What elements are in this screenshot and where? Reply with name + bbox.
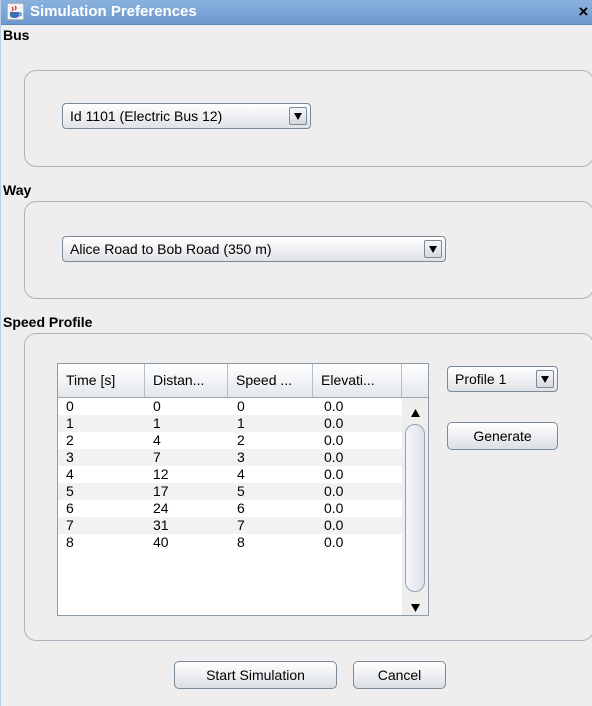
table-cell: 0.0 <box>324 483 344 499</box>
speed-profile-table[interactable]: Time [s] Distan... Speed ... Elevati... … <box>57 363 429 616</box>
table-row[interactable]: 0 0 0 0.0 <box>58 398 402 415</box>
way-section-label: Way <box>3 182 32 198</box>
table-cell: 7 <box>66 517 74 533</box>
table-cell: 4 <box>237 466 245 482</box>
title-bar[interactable]: Simulation Preferences × <box>1 0 592 25</box>
speed-profile-section-label: Speed Profile <box>3 314 93 330</box>
table-cell: 0.0 <box>324 534 344 550</box>
table-cell: 31 <box>153 517 169 533</box>
bus-select[interactable]: Id 1101 (Electric Bus 12) <box>62 103 311 129</box>
table-cell: 12 <box>153 466 169 482</box>
table-cell: 17 <box>153 483 169 499</box>
scroll-up-icon[interactable] <box>411 404 420 420</box>
table-cell: 8 <box>237 534 245 550</box>
table-row[interactable]: 5 17 5 0.0 <box>58 483 402 500</box>
simulation-preferences-window: Simulation Preferences × Bus Id 1101 (El… <box>0 0 592 706</box>
way-select[interactable]: Alice Road to Bob Road (350 m) <box>62 236 446 262</box>
table-cell: 40 <box>153 534 169 550</box>
dropdown-arrow-icon <box>289 107 307 125</box>
bus-select-value: Id 1101 (Electric Bus 12) <box>70 108 223 124</box>
dropdown-arrow-icon <box>424 240 442 258</box>
table-row[interactable]: 8 40 8 0.0 <box>58 534 402 551</box>
scrollbar-thumb[interactable] <box>405 424 425 592</box>
table-row[interactable]: 6 24 6 0.0 <box>58 500 402 517</box>
close-button[interactable]: × <box>576 3 591 20</box>
start-simulation-button[interactable]: Start Simulation <box>174 661 337 689</box>
column-header-speed[interactable]: Speed ... <box>228 364 313 397</box>
table-cell: 5 <box>237 483 245 499</box>
column-header-distance[interactable]: Distan... <box>145 364 228 397</box>
table-cell: 0.0 <box>324 415 344 431</box>
table-cell: 2 <box>66 432 74 448</box>
table-cell: 1 <box>66 415 74 431</box>
table-scrollbar[interactable] <box>402 398 428 615</box>
column-header-elevation[interactable]: Elevati... <box>313 364 402 397</box>
table-row[interactable]: 3 7 3 0.0 <box>58 449 402 466</box>
cancel-button[interactable]: Cancel <box>353 661 446 689</box>
table-cell: 0.0 <box>324 449 344 465</box>
table-cell: 1 <box>237 415 245 431</box>
table-cell: 1 <box>153 415 161 431</box>
table-row[interactable]: 2 4 2 0.0 <box>58 432 402 449</box>
table-cell: 0 <box>237 398 245 414</box>
table-cell: 0 <box>153 398 161 414</box>
profile-select[interactable]: Profile 1 <box>447 366 558 392</box>
table-cell: 24 <box>153 500 169 516</box>
header-corner <box>402 364 428 397</box>
dropdown-arrow-icon <box>536 370 554 388</box>
table-cell: 0.0 <box>324 398 344 414</box>
scroll-down-icon[interactable] <box>411 599 420 615</box>
table-cell: 0.0 <box>324 432 344 448</box>
window-title: Simulation Preferences <box>30 3 197 20</box>
table-cell: 0.0 <box>324 500 344 516</box>
table-cell: 4 <box>153 432 161 448</box>
java-cup-icon <box>6 2 25 21</box>
table-cell: 6 <box>237 500 245 516</box>
table-cell: 5 <box>66 483 74 499</box>
column-header-time[interactable]: Time [s] <box>58 364 145 397</box>
table-row[interactable]: 7 31 7 0.0 <box>58 517 402 534</box>
table-cell: 3 <box>237 449 245 465</box>
table-cell: 3 <box>66 449 74 465</box>
table-header: Time [s] Distan... Speed ... Elevati... <box>58 364 428 398</box>
bus-section-label: Bus <box>3 27 30 43</box>
table-cell: 0.0 <box>324 517 344 533</box>
table-cell: 2 <box>237 432 245 448</box>
table-cell: 4 <box>66 466 74 482</box>
table-row[interactable]: 1 1 1 0.0 <box>58 415 402 432</box>
way-select-value: Alice Road to Bob Road (350 m) <box>70 241 272 257</box>
profile-select-value: Profile 1 <box>455 371 507 387</box>
table-cell: 0.0 <box>324 466 344 482</box>
table-cell: 0 <box>66 398 74 414</box>
table-cell: 6 <box>66 500 74 516</box>
generate-button[interactable]: Generate <box>447 422 558 450</box>
table-cell: 7 <box>237 517 245 533</box>
table-row[interactable]: 4 12 4 0.0 <box>58 466 402 483</box>
table-cell: 7 <box>153 449 161 465</box>
table-cell: 8 <box>66 534 74 550</box>
